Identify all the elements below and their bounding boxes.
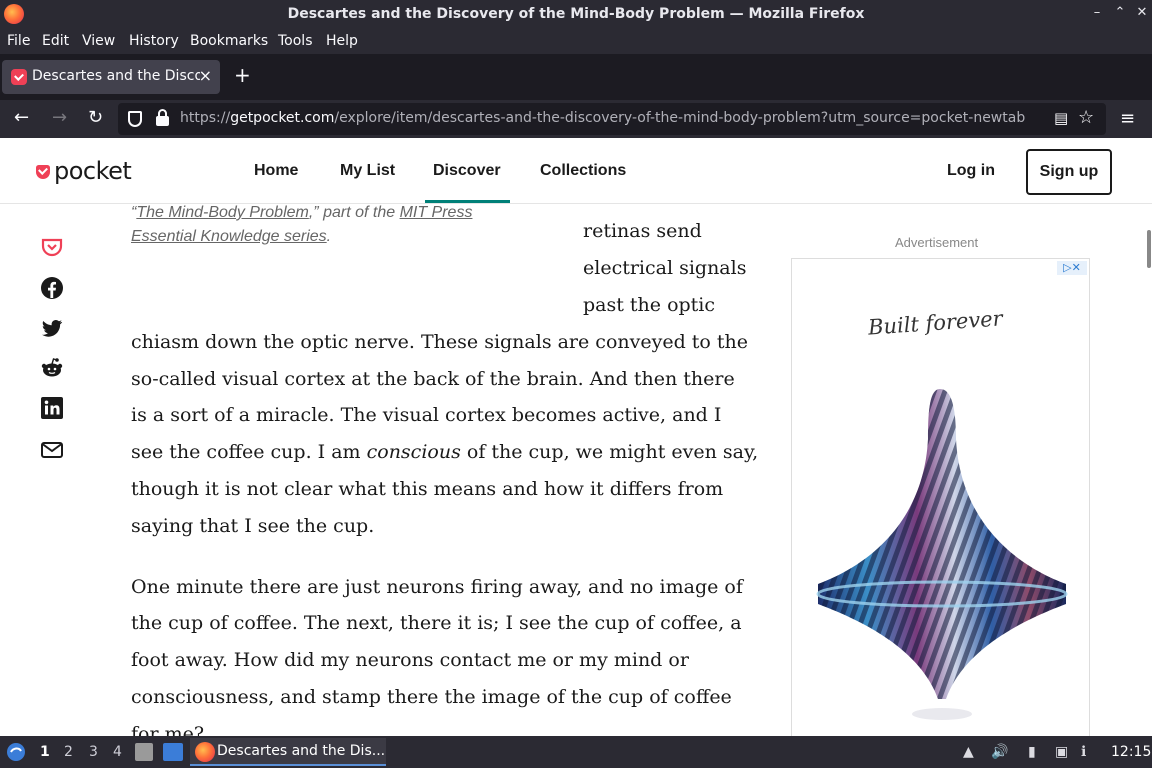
forward-arrow-icon[interactable]: → — [52, 108, 67, 128]
reader-view-icon[interactable]: ▤ — [1054, 109, 1068, 127]
nav-my-list[interactable]: My List — [340, 162, 395, 180]
firefox-icon — [195, 742, 215, 762]
reload-icon[interactable]: ↻ — [88, 108, 103, 128]
maximize-button[interactable]: ⌃ — [1112, 5, 1128, 20]
linkedin-icon[interactable] — [40, 396, 64, 420]
taskbar-firefox-window[interactable]: Descartes and the Dis... — [190, 738, 386, 766]
page-content: pocket Home My List Discover Collections… — [0, 138, 1152, 736]
article-line: though it is not clear what this means a… — [131, 478, 724, 500]
reddit-icon[interactable] — [40, 356, 64, 380]
spinning-top-image — [816, 389, 1068, 720]
clock: 12:15 — [1111, 744, 1152, 760]
pocket-save-icon[interactable] — [40, 235, 64, 259]
advertisement[interactable]: ▷✕ Built forever — [791, 258, 1090, 736]
lock-icon[interactable] — [156, 109, 169, 126]
article-line: foot away. How did my neurons contact me… — [131, 649, 689, 671]
bookmark-star-icon[interactable]: ☆ — [1078, 107, 1094, 128]
minimize-button[interactable]: – — [1089, 5, 1105, 20]
window-titlebar: Descartes and the Discovery of the Mind-… — [0, 0, 1152, 29]
article-line: consciousness, and stamp there the image… — [131, 686, 732, 708]
back-arrow-icon[interactable]: ← — [14, 108, 29, 128]
article-line: see the coffee cup. I am conscious of th… — [131, 441, 759, 463]
signup-button[interactable]: Sign up — [1026, 149, 1112, 195]
article-line: the cup of coffee. The next, there it is… — [131, 612, 742, 634]
file-manager-icon[interactable] — [135, 743, 153, 761]
notification-icon[interactable]: ℹ — [1081, 744, 1086, 760]
article-line: for me? — [131, 723, 205, 736]
twitter-icon[interactable] — [40, 316, 64, 340]
menu-bookmarks[interactable]: Bookmarks — [190, 33, 268, 49]
desktop-icon[interactable] — [163, 743, 183, 761]
tab-label: Descartes and the Discovery of the Mind-… — [32, 68, 200, 84]
workspace-2[interactable]: 2 — [64, 744, 73, 760]
tracking-shield-icon[interactable] — [128, 111, 142, 127]
pocket-favicon-icon — [11, 69, 27, 85]
url-bar[interactable]: https://getpocket.com/explore/item/desca… — [118, 103, 1106, 135]
menu-help[interactable]: Help — [326, 33, 358, 49]
nav-discover[interactable]: Discover — [433, 162, 501, 180]
menu-file[interactable]: File — [7, 33, 30, 49]
pocket-logo-icon — [36, 165, 50, 179]
workspace-3[interactable]: 3 — [89, 744, 98, 760]
ad-tagline: Built forever — [867, 306, 1004, 340]
tab-bar: Descartes and the Discovery of the Mind-… — [0, 54, 1152, 100]
clipboard-icon[interactable]: ▮ — [1028, 744, 1036, 760]
menu-tools[interactable]: Tools — [278, 33, 313, 49]
workspace-1[interactable]: 1 — [40, 744, 50, 760]
hamburger-menu-icon[interactable]: ≡ — [1120, 108, 1135, 129]
facebook-icon[interactable] — [40, 276, 64, 300]
caption-link-book[interactable]: The Mind-Body Problem — [136, 204, 309, 221]
window-title: Descartes and the Discovery of the Mind-… — [287, 6, 865, 22]
url-text[interactable]: https://getpocket.com/explore/item/desca… — [180, 110, 1025, 126]
tab-descartes[interactable]: Descartes and the Discovery of the Mind-… — [2, 60, 220, 94]
nav-collections[interactable]: Collections — [540, 162, 626, 180]
navigation-bar: ← → ↻ https://getpocket.com/explore/item… — [0, 100, 1152, 138]
page-scrollbar[interactable] — [1147, 230, 1151, 268]
email-icon[interactable] — [40, 438, 64, 462]
article-line: is a sort of a miracle. The visual corte… — [131, 404, 722, 426]
active-nav-indicator — [425, 200, 510, 203]
login-link[interactable]: Log in — [947, 162, 995, 180]
adchoices-icon[interactable]: ▷✕ — [1057, 261, 1087, 275]
start-menu-icon[interactable] — [6, 742, 26, 762]
menu-bar: File Edit View History Bookmarks Tools H… — [0, 29, 1152, 54]
nav-home[interactable]: Home — [254, 162, 298, 180]
article-line: past the optic — [583, 294, 716, 316]
workspace-4[interactable]: 4 — [113, 744, 122, 760]
article-line: chiasm down the optic nerve. These signa… — [131, 331, 749, 353]
menu-view[interactable]: View — [82, 33, 115, 49]
menu-history[interactable]: History — [129, 33, 179, 49]
new-tab-button[interactable]: + — [234, 63, 251, 87]
tray-upload-icon[interactable]: ▲ — [963, 744, 974, 760]
close-window-button[interactable]: ✕ — [1134, 5, 1150, 20]
article-line: saying that I see the cup. — [131, 515, 375, 537]
close-tab-icon[interactable]: × — [199, 66, 212, 85]
volume-icon[interactable]: 🔊 — [991, 744, 1008, 760]
ad-label: Advertisement — [895, 235, 979, 250]
menu-edit[interactable]: Edit — [42, 33, 69, 49]
article-line: One minute there are just neurons firing… — [131, 576, 743, 598]
network-icon[interactable]: ▣ — [1055, 744, 1068, 760]
site-header: pocket Home My List Discover Collections… — [0, 138, 1152, 204]
emphasis-text: conscious — [366, 441, 461, 463]
taskbar: 1 2 3 4 Descartes and the Dis... ▲ 🔊 ▮ ▣… — [0, 736, 1152, 768]
article-line: retinas send — [583, 220, 702, 242]
article-line: so-called visual cortex at the back of t… — [131, 368, 735, 390]
image-caption: “The Mind-Body Problem,” part of the MIT… — [131, 204, 473, 245]
article-line: electrical signals — [583, 257, 747, 279]
